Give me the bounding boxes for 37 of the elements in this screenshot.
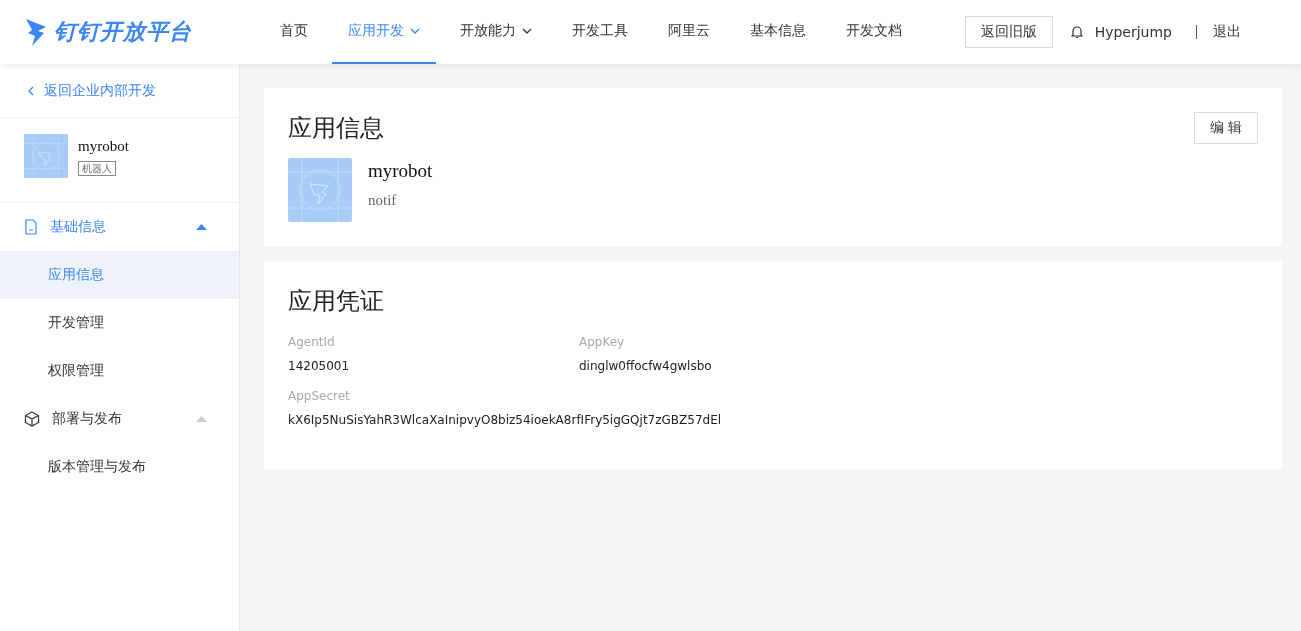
- back-link[interactable]: 返回企业内部开发: [0, 64, 239, 118]
- nav-tab[interactable]: 首页: [264, 0, 324, 64]
- chevron-left-icon: [28, 85, 34, 96]
- menu-item[interactable]: 开发管理: [0, 299, 239, 347]
- app-icon: [288, 158, 352, 222]
- app-name: myrobot: [368, 160, 433, 182]
- logo-text: 钉钉开放平台: [54, 18, 192, 46]
- menu-item[interactable]: 权限管理: [0, 347, 239, 395]
- field-value: dinglw0ffocfw4gwlsbo: [579, 359, 713, 373]
- app-description: notif: [368, 192, 398, 209]
- bell-icon[interactable]: [1070, 25, 1083, 39]
- edit-button[interactable]: 编 辑: [1193, 112, 1258, 144]
- user-name[interactable]: Hyperjump: [1094, 24, 1172, 40]
- nav-tab[interactable]: 阿里云: [652, 0, 726, 64]
- nav-tab[interactable]: 开发工具: [556, 0, 644, 64]
- logo-icon: [24, 17, 48, 47]
- field-label: AgentId: [288, 335, 336, 349]
- field-value: kX6Ip5NuSisYahR3WlcaXaInipvyO8biz54ioekA8rfIFry5igGQjt7zGBZ57dEl: [288, 413, 723, 427]
- app-name: myrobot: [78, 138, 129, 155]
- old-version-button[interactable]: 返回旧版: [964, 16, 1053, 48]
- card-title: 应用凭证: [288, 286, 385, 317]
- menu-group[interactable]: 部署与发布: [0, 395, 239, 443]
- field-label: AppSecret: [288, 389, 351, 403]
- logout-link[interactable]: 退出: [1213, 23, 1241, 41]
- nav-tab[interactable]: 开发文档: [830, 0, 918, 64]
- card-title: 应用信息: [288, 113, 384, 144]
- app-icon: [24, 134, 68, 178]
- cube-icon: [24, 411, 40, 427]
- app-type-tag: 机器人: [78, 161, 116, 176]
- field-value: 14205001: [288, 359, 351, 373]
- document-icon: [24, 219, 38, 235]
- nav-tab[interactable]: 应用开发: [332, 0, 436, 64]
- nav-tab[interactable]: 基本信息: [734, 0, 822, 64]
- field-label: AppKey: [579, 335, 626, 349]
- menu-group[interactable]: 基础信息: [0, 203, 239, 251]
- menu-item[interactable]: 版本管理与发布: [0, 443, 239, 491]
- nav-tab[interactable]: 开放能力: [444, 0, 548, 64]
